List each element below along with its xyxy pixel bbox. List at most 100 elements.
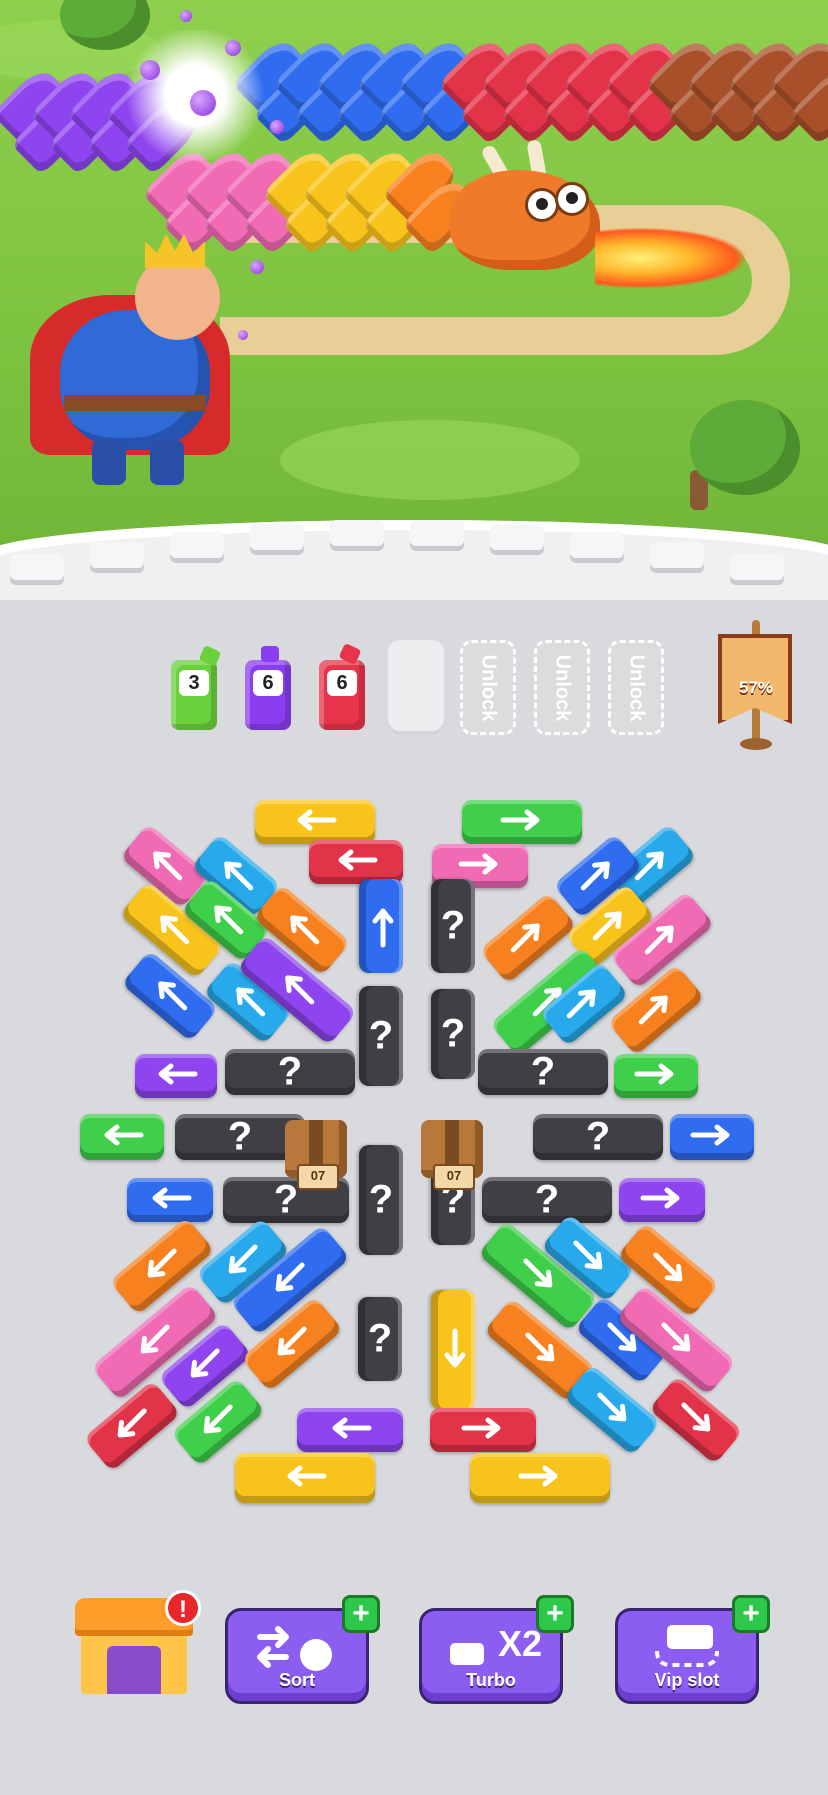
arrow-block-green[interactable]	[462, 800, 582, 844]
arrow-block-blue[interactable]	[670, 1114, 754, 1160]
arrow-block-green[interactable]	[80, 1114, 164, 1160]
arrow-block-blue[interactable]	[127, 1178, 213, 1222]
puzzle-board: ???????????? 07 07	[0, 780, 828, 1520]
arrow-icon	[333, 849, 379, 871]
orb	[225, 40, 241, 56]
arrow-icon	[589, 1385, 637, 1433]
arrow-block-green[interactable]	[614, 1054, 698, 1098]
arrow-icon	[631, 985, 679, 1033]
unlock-label: Unlock	[625, 654, 648, 721]
arrow-block-yellow[interactable]	[235, 1453, 375, 1503]
turbo-label: Turbo	[466, 1670, 516, 1690]
arrow-icon	[673, 1395, 721, 1443]
vip-slot-button[interactable]: Vip slot +	[615, 1595, 770, 1704]
hidden-block[interactable]: ?	[482, 1177, 612, 1223]
arrow-icon	[645, 1245, 693, 1293]
locked-slot-1[interactable]: Unlock	[460, 640, 516, 735]
arrow-icon	[573, 851, 621, 899]
progress-flag: 57%	[716, 620, 796, 750]
locked-slot-2[interactable]: Unlock	[534, 640, 590, 735]
slot-empty	[388, 640, 444, 735]
wall-merlon	[330, 520, 384, 546]
bottle-red: 6	[319, 642, 365, 730]
arrow-icon	[279, 905, 327, 953]
hidden-block[interactable]: ?	[225, 1049, 355, 1095]
wall-merlon	[250, 524, 304, 550]
arrow-icon	[460, 1417, 506, 1439]
arrow-block-purple[interactable]	[619, 1178, 705, 1222]
arrow-block-purple[interactable]	[135, 1054, 217, 1098]
hidden-block[interactable]: ?	[478, 1049, 608, 1095]
arrow-icon	[565, 1233, 613, 1281]
arrow-block-red[interactable]	[309, 840, 403, 884]
wall-merlon	[10, 554, 64, 580]
arrow-block-orange[interactable]	[607, 964, 705, 1056]
grass-patch	[280, 420, 580, 500]
add-turbo-button[interactable]: +	[536, 1595, 574, 1633]
arrow-icon	[99, 1124, 145, 1146]
dragon-scene	[0, 0, 828, 600]
wall-merlon	[410, 520, 464, 546]
slot-3: 6	[314, 640, 370, 735]
arrow-icon	[503, 913, 551, 961]
arrow-block-yellow[interactable]	[431, 1290, 475, 1410]
locked-slot-3[interactable]: Unlock	[608, 640, 664, 735]
arrow-icon	[142, 841, 190, 889]
bottle-count: 3	[179, 670, 209, 696]
question-mark-icon: ?	[440, 903, 466, 948]
wall-merlon	[570, 532, 624, 558]
add-sort-button[interactable]: +	[342, 1595, 380, 1633]
wall-merlon	[650, 542, 704, 568]
wall-merlon	[490, 524, 544, 550]
shop-door-icon	[107, 1646, 161, 1694]
hidden-block[interactable]: ?	[533, 1114, 663, 1160]
hidden-block[interactable]: ?	[359, 986, 403, 1086]
vip-slot-label: Vip slot	[654, 1670, 720, 1690]
arrow-icon	[327, 1417, 373, 1439]
arrow-icon	[517, 1325, 565, 1373]
arrow-icon	[137, 1241, 185, 1289]
question-mark-icon: ?	[368, 1013, 394, 1058]
hidden-block[interactable]: ?	[431, 989, 475, 1079]
add-vip-slot-button[interactable]: +	[732, 1595, 770, 1633]
arrow-icon	[274, 965, 322, 1013]
tree-icon	[690, 400, 800, 495]
arrow-icon	[147, 971, 195, 1019]
turbo-button[interactable]: X2 Turbo +	[419, 1595, 574, 1704]
progress-percent: 57%	[738, 678, 774, 697]
wall-merlon	[170, 532, 224, 558]
arrow-block-yellow[interactable]	[470, 1453, 610, 1503]
orb	[270, 120, 284, 134]
arrow-block-red[interactable]	[83, 1380, 181, 1472]
chest-timer: 07	[297, 1164, 339, 1190]
arrow-block-red[interactable]	[648, 1375, 744, 1465]
arrow-icon	[267, 1319, 315, 1367]
arrow-block-yellow[interactable]	[255, 800, 375, 844]
question-mark-icon: ?	[530, 1049, 556, 1094]
hidden-block[interactable]: ?	[359, 1145, 403, 1255]
question-mark-icon: ?	[367, 1316, 393, 1361]
orb	[180, 10, 192, 22]
sort-button[interactable]: Sort +	[225, 1595, 380, 1704]
question-mark-icon: ?	[227, 1114, 253, 1159]
hidden-block[interactable]: ?	[431, 879, 475, 973]
arrow-icon	[689, 1124, 735, 1146]
question-mark-icon: ?	[277, 1049, 303, 1094]
hidden-block[interactable]: ?	[358, 1297, 402, 1381]
arrow-block-red[interactable]	[430, 1408, 536, 1452]
shop-button[interactable]: !	[75, 1590, 201, 1698]
arrow-icon	[153, 1063, 199, 1085]
arrow-icon	[372, 903, 394, 949]
question-mark-icon: ?	[585, 1114, 611, 1159]
bottle-purple: 6	[245, 646, 291, 730]
arrow-block-blue[interactable]	[359, 879, 403, 973]
arrow-icon	[180, 1341, 228, 1389]
unlock-label: Unlock	[551, 654, 574, 721]
arrow-icon	[292, 809, 338, 831]
arrow-icon	[130, 1317, 178, 1365]
wall-merlon	[730, 554, 784, 580]
treasure-chest-icon: 07	[417, 1110, 487, 1190]
turbo-multiplier: X2	[498, 1623, 543, 1664]
arrow-block-purple[interactable]	[297, 1408, 403, 1452]
arrow-icon	[107, 1401, 155, 1449]
